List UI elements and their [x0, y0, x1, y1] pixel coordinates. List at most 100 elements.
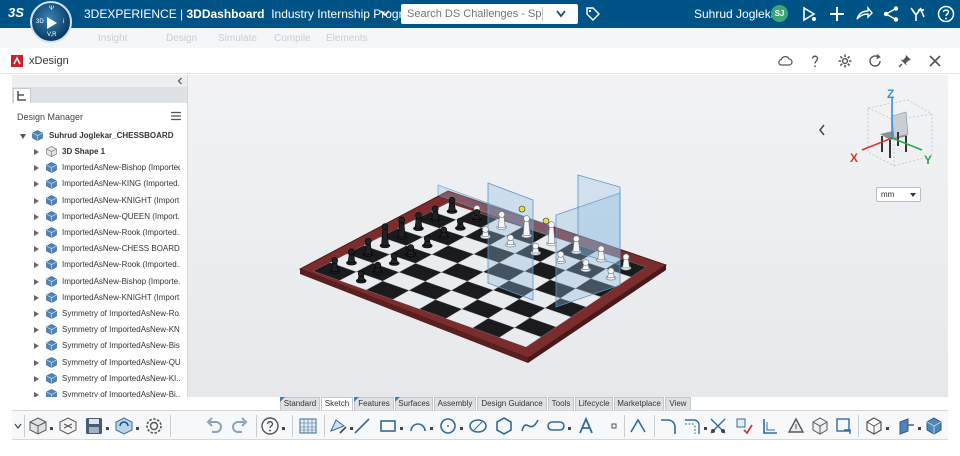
collapse-arrow-icon[interactable] — [20, 134, 26, 139]
dimension-icon[interactable] — [760, 416, 780, 436]
point-icon[interactable] — [604, 416, 624, 436]
arc-icon[interactable] — [408, 416, 428, 436]
ds-logo[interactable]: 3S — [8, 5, 24, 20]
origin-marker[interactable] — [518, 205, 526, 213]
pin-icon[interactable] — [897, 53, 913, 69]
offset-icon[interactable] — [682, 416, 702, 436]
tree-item[interactable]: ImportedAsNew-KNIGHT (Import... — [12, 290, 187, 306]
add-icon[interactable] — [828, 5, 846, 23]
expand-arrow-icon[interactable] — [34, 149, 39, 155]
share-play-icon[interactable] — [800, 5, 818, 23]
spline-icon[interactable] — [520, 416, 540, 436]
polygon-icon[interactable] — [494, 416, 514, 436]
expand-arrow-icon[interactable] — [34, 181, 39, 188]
share-icon[interactable] — [855, 5, 873, 23]
dropdown-dot[interactable] — [282, 427, 285, 430]
tab-standard[interactable]: Standard — [280, 397, 320, 410]
ellipse-icon[interactable] — [468, 416, 488, 436]
tree-item[interactable]: ImportedAsNew-Rook (Imported... — [12, 257, 187, 273]
chessboard-scene[interactable] — [188, 75, 948, 397]
expand-arrow-icon[interactable] — [34, 327, 39, 334]
network-icon[interactable] — [882, 5, 900, 23]
close-icon[interactable] — [927, 53, 943, 69]
tab-tree[interactable] — [13, 88, 31, 103]
tree-item[interactable]: Symmetry of ImportedAsNew-KI... — [12, 371, 187, 387]
tree-item[interactable]: 3D Shape 1 — [12, 144, 187, 160]
dropdown-dot[interactable] — [568, 427, 571, 430]
section-view-icon[interactable] — [896, 416, 916, 436]
chevron-left-icon[interactable] — [176, 77, 184, 85]
tree-item[interactable]: ImportedAsNew-KING (Imported... — [12, 176, 187, 192]
options-gear-icon[interactable] — [144, 416, 164, 436]
avatar[interactable]: SJ — [771, 5, 788, 22]
cloud-icon[interactable] — [777, 53, 793, 69]
chevron-left-icon[interactable] — [818, 124, 826, 136]
chevron-down-icon[interactable] — [14, 423, 22, 429]
search-scope-chevron-icon[interactable] — [549, 8, 573, 20]
dropdown-dot[interactable] — [400, 427, 403, 430]
tab-features[interactable]: Features — [354, 397, 394, 410]
expand-arrow-icon[interactable] — [34, 311, 39, 317]
cut-icon[interactable] — [708, 416, 728, 436]
dropdown-dot[interactable] — [106, 427, 109, 430]
3d-viewport[interactable] — [188, 75, 948, 397]
tab-view[interactable]: View — [665, 397, 691, 410]
tab-lifecycle[interactable]: Lifecycle — [575, 397, 613, 410]
origin-marker-2[interactable] — [542, 217, 550, 225]
slot-icon[interactable] — [546, 416, 566, 436]
unit-select[interactable]: mm — [876, 187, 921, 202]
tab-assembly[interactable]: Assembly — [434, 397, 476, 410]
grid-icon[interactable] — [298, 416, 318, 436]
sketch-icon[interactable] — [328, 416, 348, 436]
user-name[interactable]: Suhrud Joglekar — [694, 7, 781, 21]
search-input[interactable] — [407, 7, 541, 21]
constraint-icon[interactable] — [734, 416, 754, 436]
tree-item[interactable]: Symmetry of ImportedAsNew-KN... — [12, 322, 187, 338]
dropdown-dot[interactable] — [136, 427, 139, 430]
dashboard-tab-4[interactable]: Elements — [326, 33, 368, 44]
expand-arrow-icon[interactable] — [34, 246, 39, 253]
expand-arrow-icon[interactable] — [34, 294, 39, 301]
expand-arrow-icon[interactable] — [34, 392, 39, 397]
rectangle-icon[interactable] — [378, 416, 398, 436]
tab-marketplace[interactable]: Marketplace — [614, 397, 664, 410]
expand-arrow-icon[interactable] — [34, 278, 39, 285]
tree-item[interactable]: ImportedAsNew-Bishop (Imported... — [12, 160, 187, 176]
view-triad[interactable]: Z X Y — [846, 86, 938, 172]
cube-icon[interactable] — [810, 416, 830, 436]
tab-sketch[interactable]: Sketch — [321, 397, 353, 410]
tree-item[interactable]: Symmetry of ImportedAsNew-Bis... — [12, 338, 187, 354]
update-icon[interactable] — [114, 416, 134, 436]
fillet-icon[interactable] — [658, 416, 678, 436]
help-circle-icon[interactable] — [260, 416, 280, 436]
expand-arrow-icon[interactable] — [34, 165, 39, 172]
triangle-icon[interactable] — [786, 416, 806, 436]
expand-arrow-icon[interactable] — [34, 213, 39, 220]
refresh-icon[interactable] — [867, 53, 883, 69]
chevron-down-icon[interactable] — [380, 8, 390, 18]
tree-item[interactable]: ImportedAsNew-CHESS BOARD... — [12, 241, 187, 257]
view-cube-icon[interactable] — [864, 416, 884, 436]
dropdown-dot[interactable] — [704, 427, 707, 430]
trim-icon[interactable] — [628, 416, 648, 436]
tree-item[interactable]: Symmetry of ImportedAsNew-QU... — [12, 355, 187, 371]
text-icon[interactable] — [576, 416, 596, 436]
tree-item[interactable]: Symmetry of ImportedAsNew-Bi... — [12, 387, 187, 397]
help-icon[interactable] — [937, 5, 955, 23]
new-part-icon[interactable] — [28, 416, 48, 436]
tab-design-guidance[interactable]: Design Guidance — [477, 397, 547, 410]
tree-item[interactable]: Symmetry of ImportedAsNew-Ro... — [12, 306, 187, 322]
tree-item[interactable]: ImportedAsNew-Bishop (Importe... — [12, 274, 187, 290]
tree-root[interactable]: Suhrud Joglekar_CHESSBOARD — [12, 128, 187, 144]
dashboard-tab-0[interactable]: Insight — [98, 33, 127, 44]
redo-icon[interactable] — [230, 416, 250, 436]
undo-icon[interactable] — [204, 416, 224, 436]
tree-item[interactable]: ImportedAsNew-QUEEN (Import... — [12, 209, 187, 225]
render-mode-icon[interactable] — [924, 416, 944, 436]
dashboard-tab-3[interactable]: Compile — [274, 33, 311, 44]
tab-surfaces[interactable]: Surfaces — [395, 397, 433, 410]
line-icon[interactable] — [352, 416, 372, 436]
dropdown-dot[interactable] — [430, 427, 433, 430]
gear-icon[interactable] — [837, 53, 853, 69]
tag-icon[interactable] — [585, 6, 601, 22]
